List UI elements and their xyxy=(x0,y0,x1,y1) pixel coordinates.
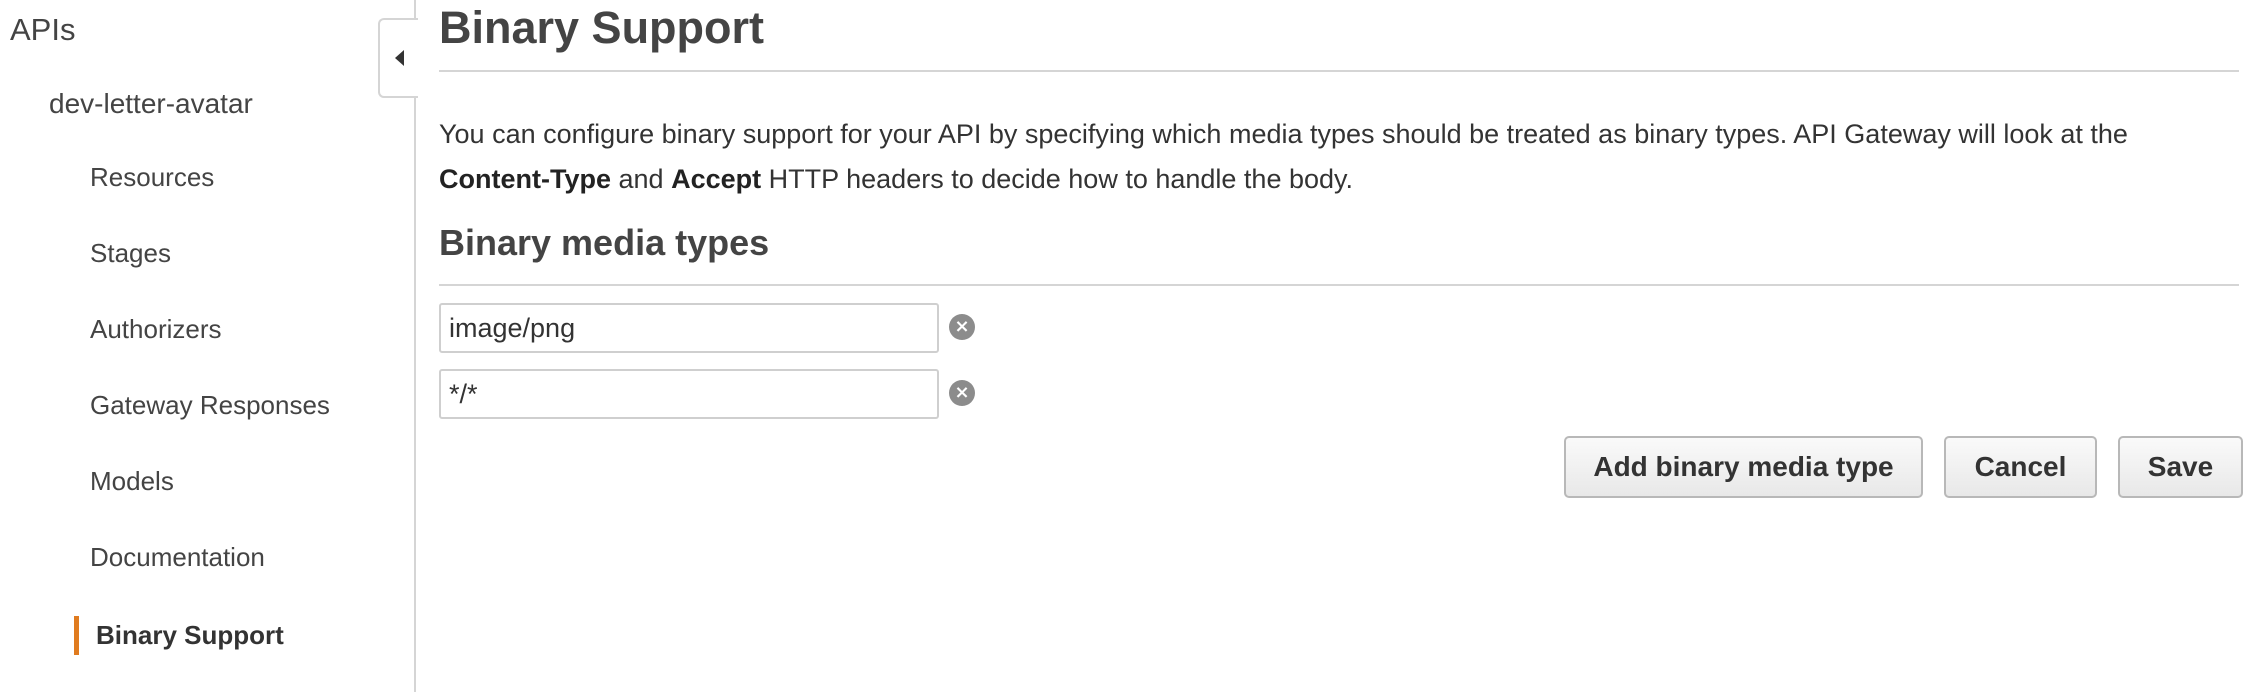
sidebar-item-resources[interactable]: Resources xyxy=(90,160,214,194)
remove-circle-x-icon[interactable]: × xyxy=(949,314,975,340)
apis-link[interactable]: APIs xyxy=(10,10,75,50)
description-text: You can configure binary support for you… xyxy=(439,112,2239,202)
sidebar-item-binary-support[interactable]: Binary Support xyxy=(96,618,284,652)
sidebar-item-stages[interactable]: Stages xyxy=(90,236,171,270)
cancel-button[interactable]: Cancel xyxy=(1944,436,2097,498)
description-part3: HTTP headers to decide how to handle the… xyxy=(768,164,1354,194)
remove-circle-x-icon[interactable]: × xyxy=(949,380,975,406)
section-divider xyxy=(439,284,2239,286)
collapse-sidebar-button[interactable] xyxy=(378,18,418,98)
description-part2: and xyxy=(618,164,664,194)
add-binary-media-type-button[interactable]: Add binary media type xyxy=(1564,436,1923,498)
content-type-label: Content-Type xyxy=(439,164,611,194)
media-type-row: × xyxy=(439,303,999,353)
page-title: Binary Support xyxy=(439,2,765,53)
section-title: Binary media types xyxy=(439,222,770,263)
sidebar-item-authorizers[interactable]: Authorizers xyxy=(90,312,222,346)
sidebar-item-models[interactable]: Models xyxy=(90,464,174,498)
title-divider xyxy=(439,70,2239,72)
collapse-left-icon xyxy=(394,50,404,66)
accept-label: Accept xyxy=(671,164,762,194)
save-button[interactable]: Save xyxy=(2118,436,2243,498)
api-name-link[interactable]: dev-letter-avatar xyxy=(49,86,253,122)
media-type-row: × xyxy=(439,369,999,419)
description-part1: You can configure binary support for you… xyxy=(439,119,2128,149)
media-type-input[interactable] xyxy=(439,303,939,353)
media-type-input[interactable] xyxy=(439,369,939,419)
active-indicator xyxy=(74,616,79,655)
main-content: Binary Support You can configure binary … xyxy=(439,0,2243,692)
sidebar-item-gateway-responses[interactable]: Gateway Responses xyxy=(90,388,330,422)
app-root: APIs dev-letter-avatar Resources Stages … xyxy=(0,0,2248,692)
sidebar: APIs dev-letter-avatar Resources Stages … xyxy=(0,0,416,692)
sidebar-item-documentation[interactable]: Documentation xyxy=(90,540,265,574)
